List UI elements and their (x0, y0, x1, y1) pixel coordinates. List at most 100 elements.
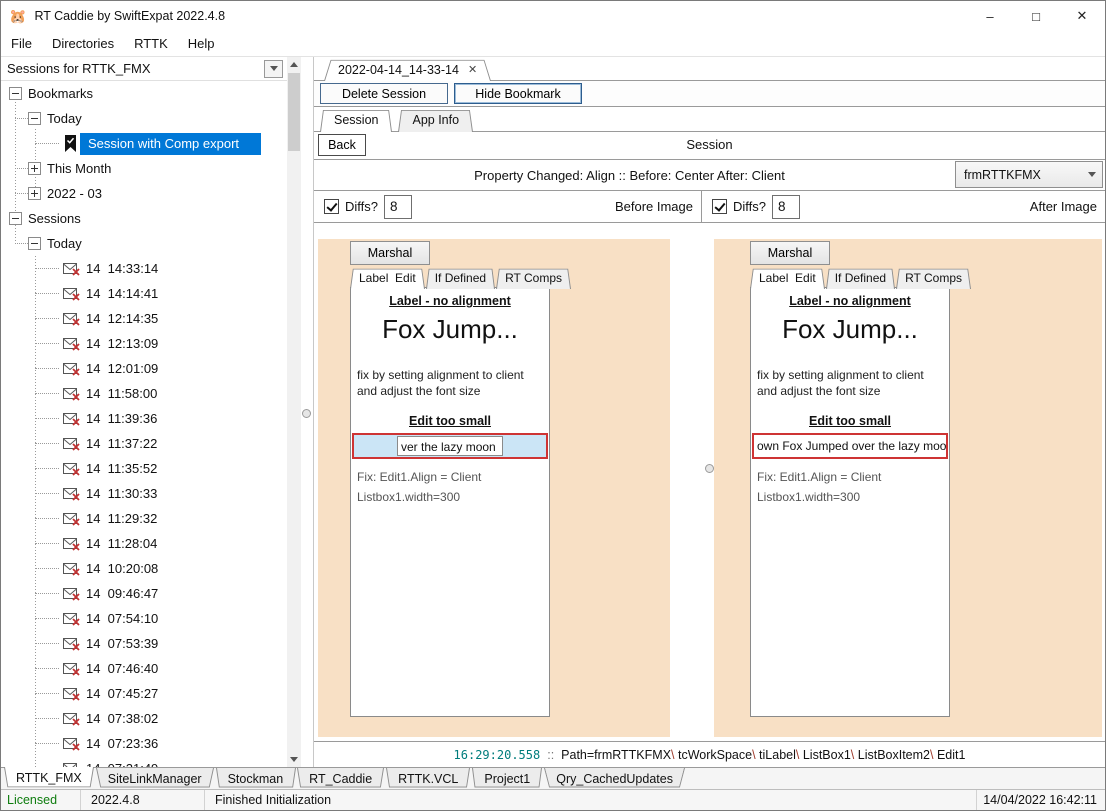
project-tab-project1[interactable]: Project1 (472, 768, 542, 789)
session-item[interactable]: 14 14:14:41 (1, 281, 287, 306)
tree-connector (35, 318, 59, 319)
after-diffs-count-input[interactable]: 8 (772, 195, 800, 219)
menu-help[interactable]: Help (178, 36, 225, 51)
document-tab-label: 2022-04-14_14-33-14 (338, 63, 459, 77)
session-item[interactable]: 14 07:38:02 (1, 706, 287, 731)
form-selector-value: frmRTTKFMX (964, 168, 1041, 182)
tab-session[interactable]: Session (320, 108, 392, 132)
splitter-grip-icon[interactable] (302, 409, 311, 418)
session-item-label: 14 12:01:09 (86, 361, 158, 376)
scroll-up-icon[interactable] (287, 57, 301, 72)
chevron-down-icon[interactable] (1082, 162, 1102, 187)
tree-node-this-month[interactable]: This Month (1, 156, 287, 181)
project-tab-rttk-vcl[interactable]: RTTK.VCL (386, 768, 470, 789)
collapse-icon[interactable] (28, 112, 41, 125)
tree-connector (35, 468, 59, 469)
tree-node-bookmarks[interactable]: Bookmarks (1, 81, 287, 106)
session-item[interactable]: 14 07:21:49 (1, 756, 287, 767)
collapse-icon[interactable] (9, 212, 22, 225)
sessions-filter-dropdown[interactable] (264, 60, 283, 78)
session-item[interactable]: 14 11:37:22 (1, 431, 287, 456)
session-item-label: 14 11:37:22 (86, 436, 157, 451)
session-mail-icon (63, 637, 80, 651)
session-item[interactable]: 14 07:46:40 (1, 656, 287, 681)
maximize-icon[interactable]: □ (1013, 1, 1059, 31)
session-item[interactable]: 14 11:28:04 (1, 531, 287, 556)
path-segment: ListBox1 (796, 748, 851, 762)
tree-node-2022-03[interactable]: 2022 - 03 (1, 181, 287, 206)
chevron-down-icon (270, 66, 278, 71)
before-diffs-count-input[interactable]: 8 (384, 195, 412, 219)
fix-hint-text: fix by setting alignment to client and a… (357, 367, 543, 399)
after-diffs-panel: Diffs? 8 After Image (702, 191, 1105, 222)
session-item[interactable]: 14 12:01:09 (1, 356, 287, 381)
sidebar-splitter[interactable] (301, 57, 313, 767)
fix-note-line1: Fix: Edit1.Align = Client (357, 468, 543, 487)
tree-node-bookmarks-today[interactable]: Today (1, 106, 287, 131)
session-item[interactable]: 14 11:58:00 (1, 381, 287, 406)
main-area: 2022-04-14_14-33-14 ✕ Delete Session Hid… (313, 57, 1105, 767)
project-tab-qry-cachedupdates[interactable]: Qry_CachedUpdates (544, 768, 685, 789)
session-item-label: 14 12:13:09 (86, 336, 158, 351)
image-splitter-grip-icon[interactable] (705, 464, 714, 473)
project-tab-strip: RTTK_FMX SiteLinkManager Stockman RT_Cad… (1, 767, 1105, 789)
session-item-label: 14 07:53:39 (86, 636, 158, 651)
session-item[interactable]: 14 10:20:08 (1, 556, 287, 581)
scrollbar-thumb[interactable] (288, 73, 300, 151)
tree-connector (35, 593, 59, 594)
collapse-icon[interactable] (9, 87, 22, 100)
session-item[interactable]: 14 12:13:09 (1, 331, 287, 356)
close-tab-icon[interactable]: ✕ (468, 63, 477, 76)
session-item[interactable]: 14 11:30:33 (1, 481, 287, 506)
session-item[interactable]: 14 07:54:10 (1, 606, 287, 631)
expand-icon[interactable] (28, 162, 41, 175)
session-item-label: 14 10:20:08 (86, 561, 158, 576)
after-diffs-checkbox[interactable] (712, 199, 727, 214)
project-tab-stockman[interactable]: Stockman (216, 768, 296, 789)
session-item-label: 14 14:14:41 (86, 286, 158, 301)
session-item-label: 14 07:54:10 (86, 611, 158, 626)
tree-node-sessions[interactable]: Sessions (1, 206, 287, 231)
tree-node-sessions-today[interactable]: Today (1, 231, 287, 256)
path-segment: ListBoxItem2 (851, 748, 930, 762)
session-document-tab[interactable]: 2022-04-14_14-33-14 ✕ (324, 58, 491, 81)
tree-connector (35, 393, 59, 394)
session-item[interactable]: 14 09:46:47 (1, 581, 287, 606)
tab-app-info[interactable]: App Info (398, 108, 473, 132)
session-item[interactable]: 14 07:45:27 (1, 681, 287, 706)
session-item[interactable]: 14 12:14:35 (1, 306, 287, 331)
delete-session-button[interactable]: Delete Session (320, 83, 448, 104)
path-segment: tiLabel (752, 748, 796, 762)
menu-file[interactable]: File (1, 36, 42, 51)
form-selector-combobox[interactable]: frmRTTKFMX (955, 161, 1103, 188)
session-item[interactable]: 14 14:33:14 (1, 256, 287, 281)
project-tab-sitelinkmanager[interactable]: SiteLinkManager (96, 768, 214, 789)
expand-icon[interactable] (28, 187, 41, 200)
status-bar: Licensed 2022.4.8 Finished Initializatio… (1, 789, 1105, 810)
hide-bookmark-button[interactable]: Hide Bookmark (454, 83, 582, 104)
scroll-down-icon[interactable] (287, 752, 301, 767)
datetime-label: 14/04/2022 16:42:11 (977, 790, 1105, 810)
triangle-up (290, 62, 298, 67)
triangle-down (1088, 172, 1096, 177)
session-mail-icon (63, 287, 80, 301)
session-item[interactable]: 14 07:23:36 (1, 731, 287, 756)
session-item[interactable]: 14 11:35:52 (1, 456, 287, 481)
session-item[interactable]: 14 11:39:36 (1, 406, 287, 431)
bookmark-session-item[interactable]: Session with Comp export (1, 131, 287, 156)
before-diffs-checkbox[interactable] (324, 199, 339, 214)
project-tab-rttk-fmx[interactable]: RTTK_FMX (4, 767, 94, 789)
minimize-icon[interactable]: – (967, 1, 1013, 31)
session-item-label: 14 11:35:52 (86, 461, 157, 476)
menu-rttk[interactable]: RTTK (124, 36, 178, 51)
edit-header: Edit too small (351, 414, 549, 428)
sidebar-header-label: Sessions for RTTK_FMX (7, 61, 151, 76)
session-item[interactable]: 14 07:53:39 (1, 631, 287, 656)
session-item[interactable]: 14 11:29:32 (1, 506, 287, 531)
project-tab-rt-caddie[interactable]: RT_Caddie (297, 768, 384, 789)
session-mail-icon (63, 687, 80, 701)
menu-directories[interactable]: Directories (42, 36, 124, 51)
close-icon[interactable]: ✕ (1059, 1, 1105, 31)
sidebar-scrollbar[interactable] (287, 57, 301, 767)
collapse-icon[interactable] (28, 237, 41, 250)
